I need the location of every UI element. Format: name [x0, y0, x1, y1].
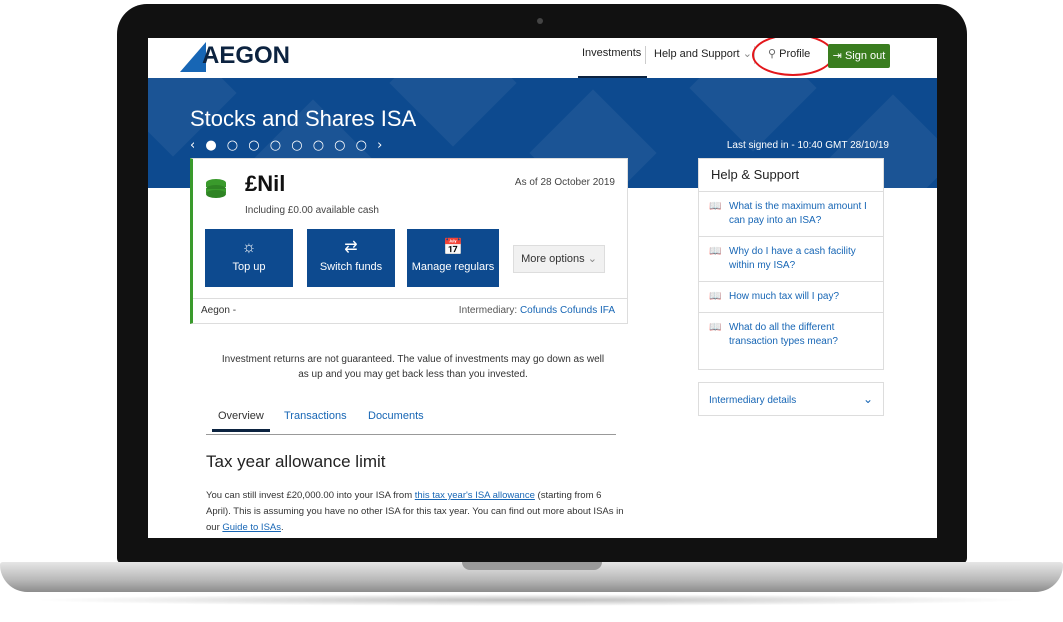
intermediary-details-accordion[interactable]: Intermediary details ⌄ — [698, 382, 884, 416]
intermediary-info: Intermediary: Cofunds Cofunds IFA — [459, 305, 615, 316]
help-item[interactable]: 📖 How much tax will I pay? — [699, 281, 883, 312]
account-summary-card: £Nil As of 28 October 2019 Including £0.… — [190, 158, 628, 324]
guide-to-isas-link[interactable]: Guide to ISAs — [222, 522, 281, 533]
account-carousel-nav[interactable]: ‹ ● ○ ○ ○ ○ ○ ○ ○ › — [190, 138, 385, 153]
nav-divider — [645, 46, 646, 64]
isa-allowance-link[interactable]: this tax year's ISA allowance — [415, 490, 535, 501]
sign-out-label: Sign out — [844, 50, 886, 62]
tax-text-part: . — [281, 522, 284, 533]
help-item-label: How much tax will I pay? — [729, 291, 840, 302]
balance-date: As of 28 October 2019 — [514, 177, 615, 188]
chevron-down-icon: ⌄ — [862, 392, 873, 406]
intermediary-details-label: Intermediary details — [709, 395, 797, 406]
coins-icon — [206, 179, 226, 198]
chevron-down-icon: ⌄ — [742, 48, 752, 60]
manage-regulars-button[interactable]: 📅 Manage regulars — [407, 229, 499, 287]
investment-disclaimer: Investment returns are not guaranteed. T… — [221, 354, 605, 380]
site-header: AEGON Investments Help and Support ⌄ ⚲ P… — [148, 38, 937, 79]
available-cash: Including £0.00 available cash — [245, 205, 379, 216]
screen: AEGON Investments Help and Support ⌄ ⚲ P… — [148, 38, 937, 538]
account-balance: £Nil — [245, 171, 286, 196]
page-title: Stocks and Shares ISA — [190, 106, 417, 131]
help-item-label: Why do I have a cash facility within my … — [729, 246, 856, 271]
last-signed-in: Last signed in - 10:40 GMT 28/10/19 — [726, 140, 889, 151]
nav-investments[interactable]: Investments — [577, 47, 648, 79]
logo-text: AEGON — [202, 42, 291, 69]
laptop-notch — [462, 562, 602, 570]
laptop-shadow — [30, 594, 1033, 606]
book-icon: 📖 — [709, 201, 722, 212]
piggy-bank-icon: ☼ — [241, 239, 257, 256]
tax-text-part: You can still invest £20,000.00 into you… — [206, 490, 413, 501]
swap-arrows-icon: ⇄ — [344, 239, 358, 256]
account-tabs: Overview Transactions Documents — [206, 404, 616, 435]
book-icon: 📖 — [709, 246, 722, 257]
switch-funds-button[interactable]: ⇄ Switch funds — [307, 229, 395, 287]
help-item-label: What do all the different transaction ty… — [729, 322, 838, 347]
annotation-circle — [752, 38, 834, 76]
tax-allowance-heading: Tax year allowance limit — [206, 452, 386, 471]
book-icon: 📖 — [709, 322, 722, 333]
help-item[interactable]: 📖 Why do I have a cash facility within m… — [699, 236, 883, 281]
nav-help-label: Help and Support — [654, 48, 740, 60]
calendar-icon: 📅 — [443, 239, 463, 256]
intermediary-link[interactable]: Cofunds Cofunds IFA — [520, 305, 615, 316]
manage-regulars-label: Manage regulars — [411, 261, 495, 273]
top-up-label: Top up — [232, 261, 266, 273]
tab-overview[interactable]: Overview — [212, 410, 270, 432]
more-options-dropdown[interactable]: More options ⌄ — [513, 245, 605, 273]
intermediary-label: Intermediary: — [458, 305, 518, 316]
tab-documents[interactable]: Documents — [368, 410, 424, 422]
sign-out-button[interactable]: ⇥ Sign out — [828, 44, 890, 68]
help-panel-title: Help & Support — [711, 167, 800, 182]
sign-out-icon: ⇥ — [832, 50, 842, 62]
help-item[interactable]: 📖 What is the maximum amount I can pay i… — [699, 191, 883, 236]
provider-name: Aegon - — [201, 305, 237, 316]
book-icon: 📖 — [709, 291, 722, 302]
tax-allowance-text: You can still invest £20,000.00 into you… — [206, 488, 626, 536]
switch-funds-label: Switch funds — [319, 261, 383, 273]
help-support-panel: Help & Support 📖 What is the maximum amo… — [698, 158, 884, 370]
aegon-logo[interactable]: AEGON — [180, 40, 290, 72]
help-list: 📖 What is the maximum amount I can pay i… — [699, 191, 883, 357]
help-item[interactable]: 📖 What do all the different transaction … — [699, 312, 883, 357]
chevron-down-icon: ⌄ — [587, 253, 597, 265]
tab-transactions[interactable]: Transactions — [284, 410, 347, 422]
help-item-label: What is the maximum amount I can pay int… — [729, 201, 867, 226]
card-footer: Aegon - Intermediary: Cofunds Cofunds IF… — [193, 298, 627, 323]
top-up-button[interactable]: ☼ Top up — [205, 229, 293, 287]
nav-help-support[interactable]: Help and Support ⌄ — [654, 47, 752, 60]
camera-icon — [537, 18, 543, 24]
more-options-label: More options — [521, 253, 585, 265]
